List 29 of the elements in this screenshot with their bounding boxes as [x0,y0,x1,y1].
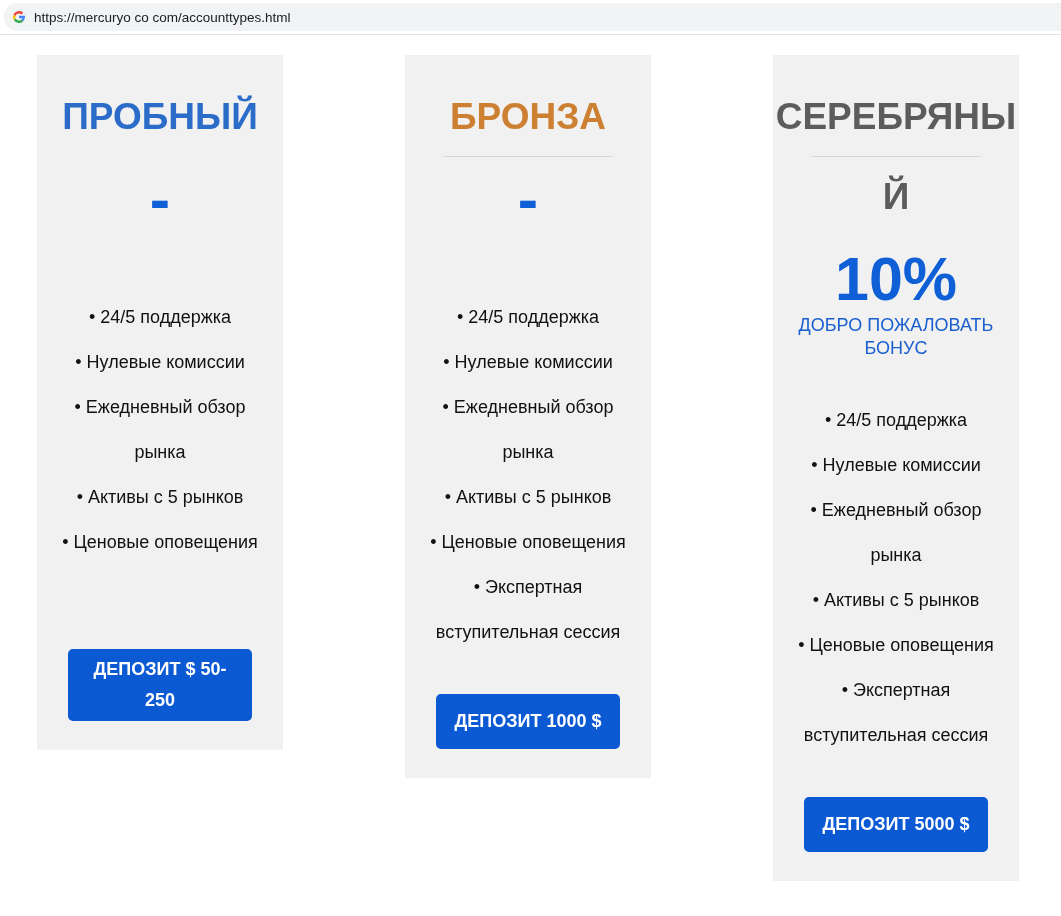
deposit-button[interactable]: ДЕПОЗИТ 5000 $ [803,797,989,852]
feature-item: • Ежедневный обзор рынка [73,396,247,464]
feature-item: • Активы с 5 рынков [443,486,613,509]
feature-item: • Нулевые комиссии [810,454,982,477]
deposit-button[interactable]: ДЕПОЗИТ $ 50-250 [67,649,253,721]
deposit-button[interactable]: ДЕПОЗИТ 1000 $ [435,694,621,749]
feature-item: • Нулевые комиссии [442,351,614,374]
feature-item: • Ежедневный обзор рынка [809,499,983,567]
bonus-label: ДОБРО ПОЖАЛОВАТЬ БОНУС [797,314,995,360]
plan-price: 10% [834,249,958,309]
plan-title: ПРОБНЫЙ [61,94,259,139]
plan-title: БРОНЗА [448,95,608,139]
feature-item: • Ежедневный обзор рынка [441,396,615,464]
address-bar[interactable]: https://mercuryo co com/accounttypes.html [4,3,1061,31]
feature-item: • Нулевые комиссии [74,351,246,374]
feature-item: • 24/5 поддержка [823,409,969,432]
feature-item: • Активы с 5 рынков [811,589,981,612]
plan-price: - [149,169,171,229]
feature-item: • 24/5 поддержка [87,306,233,329]
plan-price: - [517,169,539,229]
feature-item: • Ценовые оповещения [797,634,995,657]
g-letter-icon [13,11,25,23]
feature-item: • Ценовые оповещения [429,531,627,554]
feature-item: • Экспертная вступительная сессия [434,576,622,644]
feature-item: • 24/5 поддержка [455,306,601,329]
feature-item: • Активы с 5 рынков [75,486,245,509]
plan-title: СЕРЕБРЯНЫЙ [774,95,1018,219]
feature-item: • Ценовые оповещения [61,531,259,554]
feature-item: • Экспертная вступительная сессия [802,679,990,747]
